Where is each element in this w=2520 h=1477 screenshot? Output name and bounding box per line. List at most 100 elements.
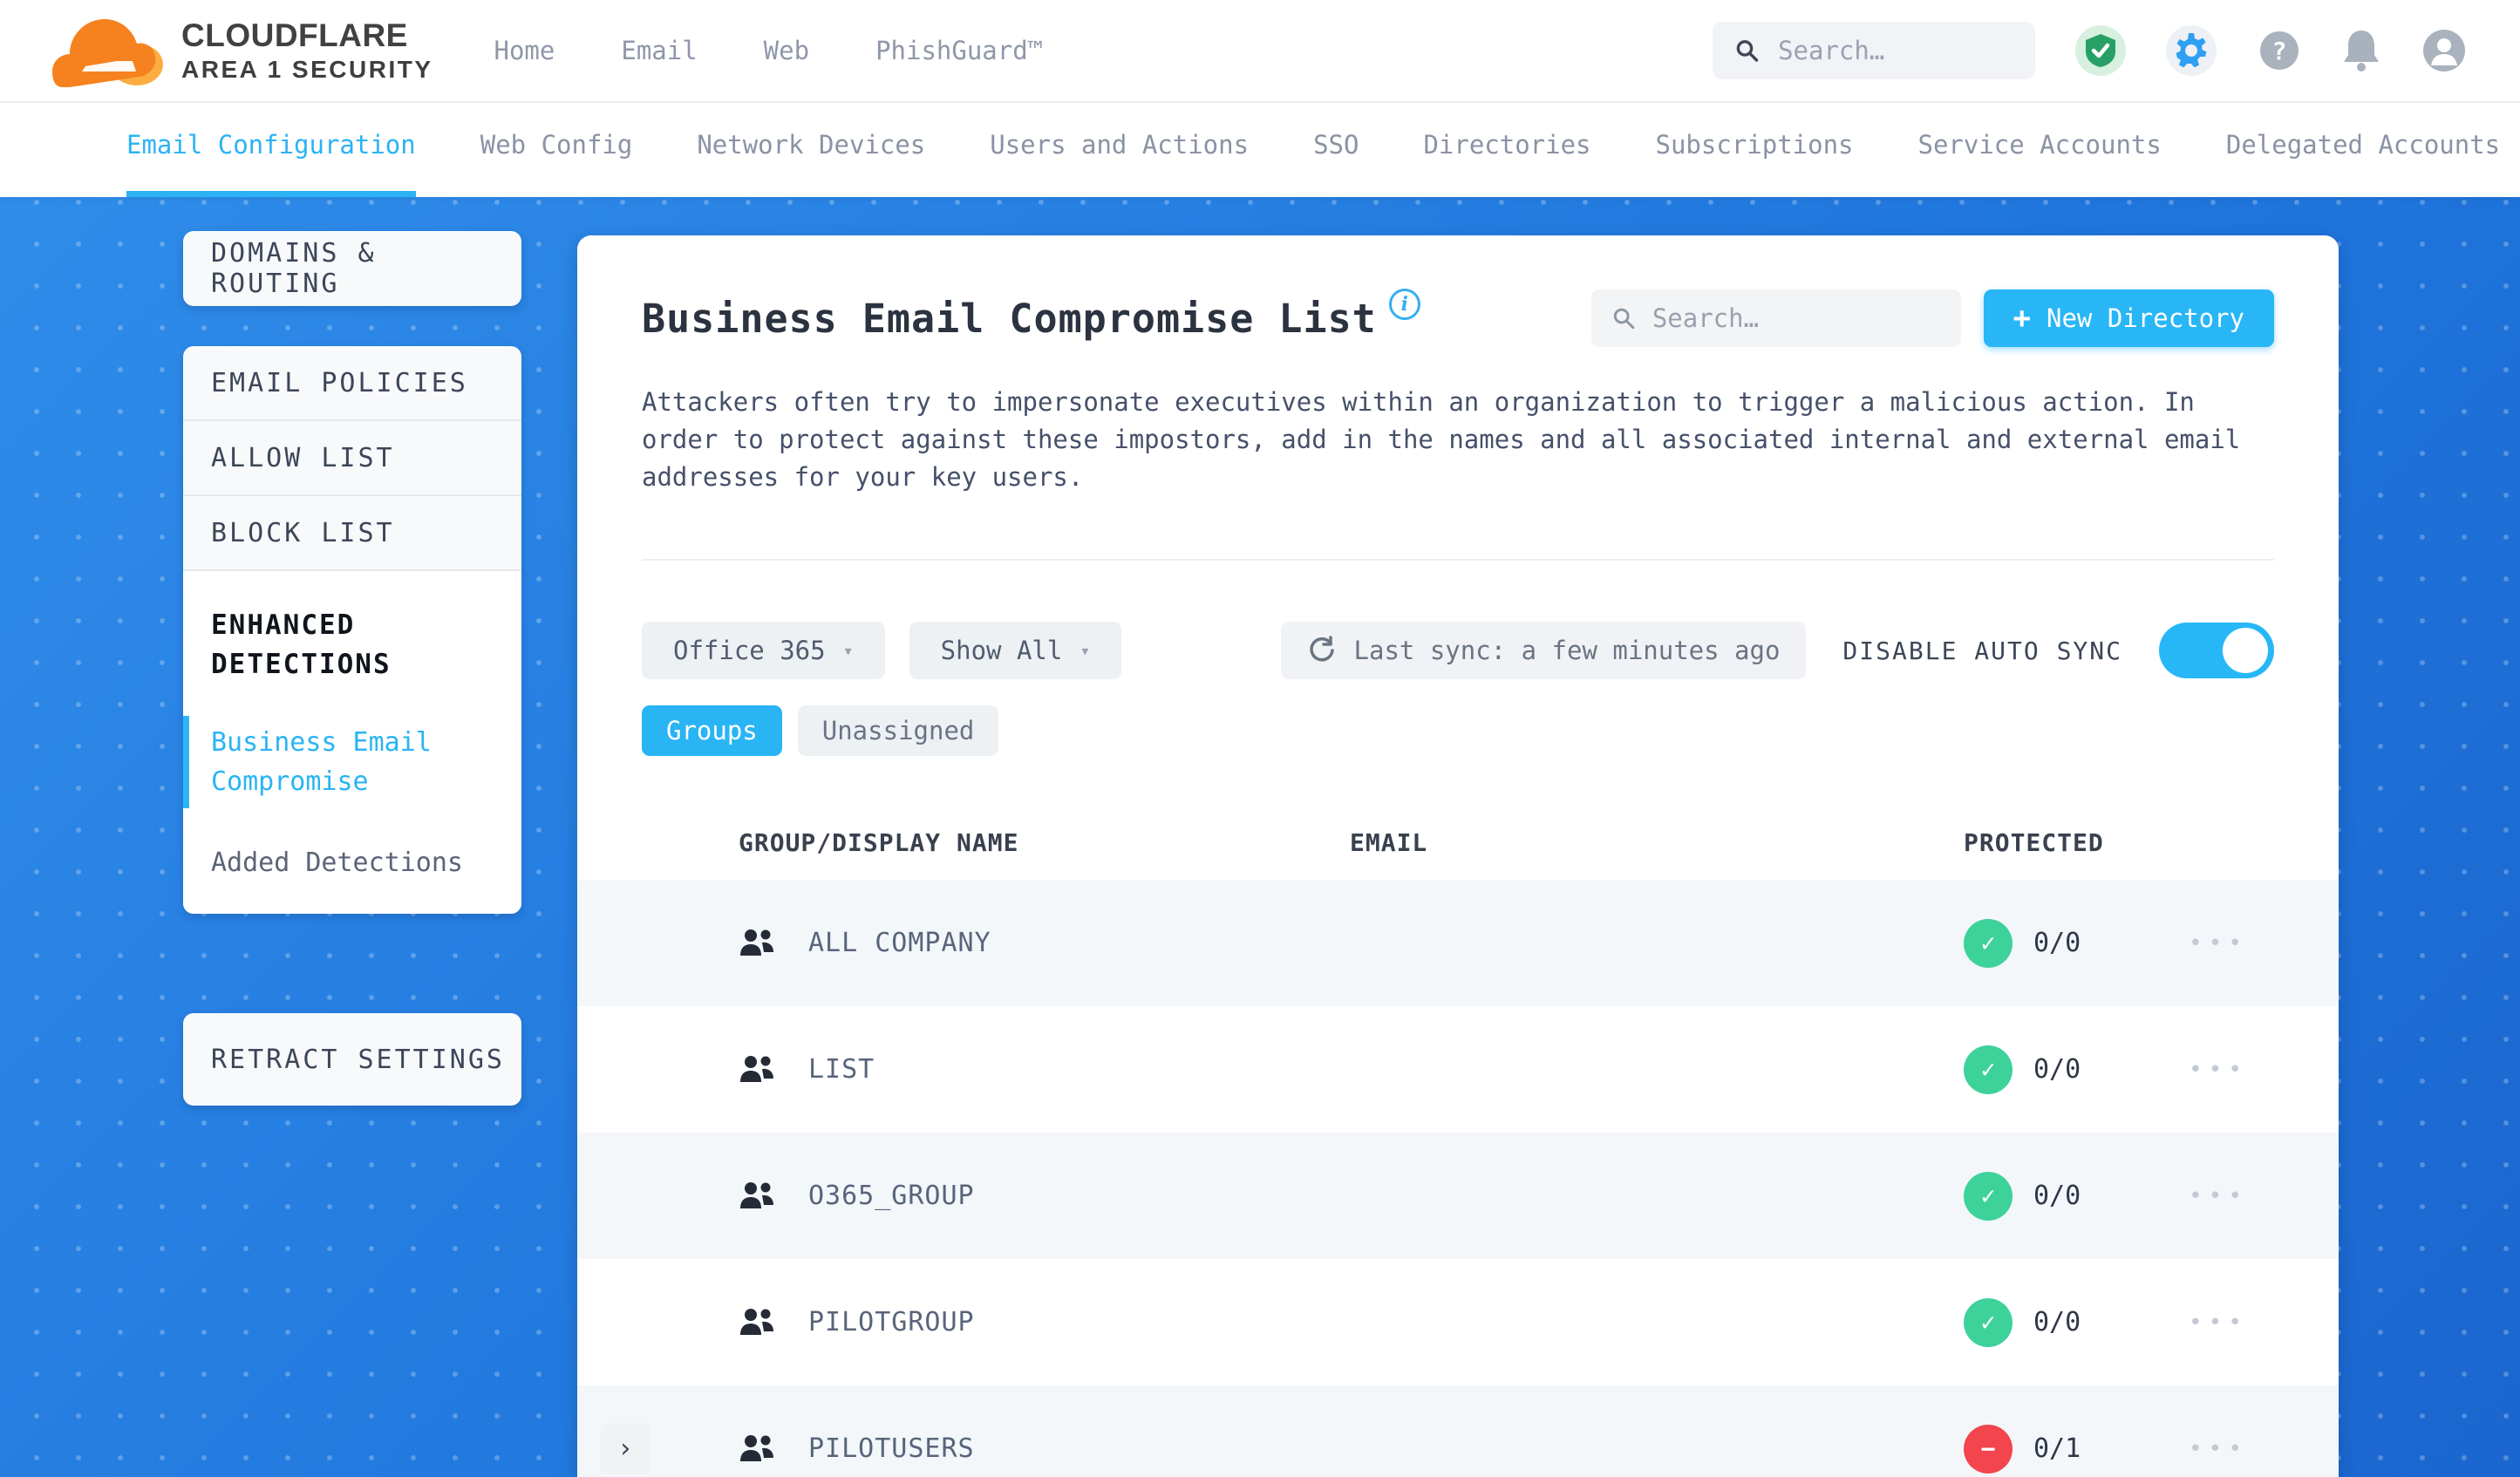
table-row[interactable]: LIST ✓ 0/0 ••• xyxy=(577,1006,2339,1133)
sidebar-item-email-policies[interactable]: EMAIL POLICIES xyxy=(183,346,521,421)
table-row[interactable]: › PILOTUSERS − 0/1 ••• xyxy=(577,1385,2339,1477)
group-name: O365_GROUP xyxy=(808,1181,975,1211)
column-group-display-name: GROUP/DISPLAY NAME xyxy=(739,827,1019,857)
list-search[interactable] xyxy=(1590,289,1961,347)
tab-users-and-actions[interactable]: Users and Actions xyxy=(990,130,1249,197)
sidebar-item-domains-routing[interactable]: DOMAINS & ROUTING xyxy=(183,231,521,306)
group-icon xyxy=(740,1434,773,1461)
top-nav-phishguard[interactable]: PhishGuard™ xyxy=(875,36,1043,65)
show-filter-select[interactable]: Show All ▾ xyxy=(909,622,1122,679)
tab-sso[interactable]: SSO xyxy=(1313,130,1359,197)
tab-service-accounts[interactable]: Service Accounts xyxy=(1918,130,2162,197)
protected-count: 0/1 xyxy=(2033,1433,2081,1464)
new-directory-button[interactable]: + New Directory xyxy=(1983,289,2274,347)
ellipsis-icon[interactable]: ••• xyxy=(2189,930,2248,956)
ellipsis-icon[interactable]: ••• xyxy=(2189,1436,2248,1462)
table-row[interactable]: O365_GROUP ✓ 0/0 ••• xyxy=(577,1133,2339,1259)
group-name: PILOTGROUP xyxy=(808,1307,975,1337)
protected-status-icon: ✓ xyxy=(1964,1171,2013,1221)
sidebar-policies-card: EMAIL POLICIES ALLOW LIST BLOCK LIST ENH… xyxy=(183,346,521,914)
sidebar-sublabel: Business Email Compromise xyxy=(211,726,432,797)
cloudflare-logo[interactable]: CLOUDFLARE AREA 1 SECURITY xyxy=(52,10,433,91)
group-name: ALL COMPANY xyxy=(808,928,991,958)
last-sync-button[interactable]: Last sync: a few minutes ago xyxy=(1280,622,1807,679)
chip-groups[interactable]: Groups xyxy=(642,705,782,756)
protected-count: 0/0 xyxy=(2033,1307,2081,1337)
sidebar-label: DOMAINS & ROUTING xyxy=(211,238,377,299)
svg-text:?: ? xyxy=(2272,37,2287,65)
directory-select[interactable]: Office 365 ▾ xyxy=(642,622,885,679)
global-search-input[interactable] xyxy=(1778,36,2013,65)
sidebar-section-enhanced-detections: ENHANCED DETECTIONS Business Email Compr… xyxy=(183,571,521,914)
column-protected: PROTECTED xyxy=(1964,827,2104,857)
sidebar-item-retract-settings[interactable]: RETRACT SETTINGS xyxy=(183,1013,521,1106)
top-nav-web[interactable]: Web xyxy=(764,36,809,65)
groups-table: GROUP/DISPLAY NAME EMAIL PROTECTED ALL C… xyxy=(577,805,2339,1477)
bell-icon[interactable] xyxy=(2342,29,2380,72)
enhanced-detections-title[interactable]: ENHANCED DETECTIONS xyxy=(211,606,494,684)
sidebar-sublabel: Added Detections xyxy=(211,847,463,878)
sidebar-item-block-list[interactable]: BLOCK LIST xyxy=(183,496,521,571)
top-header: CLOUDFLARE AREA 1 SECURITY Home Email We… xyxy=(0,0,2520,103)
gear-icon[interactable] xyxy=(2166,25,2217,76)
sidebar-label: EMAIL POLICIES xyxy=(211,367,468,398)
brand-subtitle: AREA 1 SECURITY xyxy=(181,55,433,83)
table-header: GROUP/DISPLAY NAME EMAIL PROTECTED xyxy=(577,805,2339,880)
sidebar-label: BLOCK LIST xyxy=(211,517,395,548)
last-sync-label: Last sync: a few minutes ago xyxy=(1353,636,1781,665)
account-icon[interactable] xyxy=(2421,27,2468,74)
tab-delegated-accounts[interactable]: Delegated Accounts xyxy=(2226,130,2500,197)
page-description: Attackers often try to impersonate execu… xyxy=(642,387,2241,492)
plus-icon: + xyxy=(2013,301,2032,336)
protected-status-icon: ✓ xyxy=(1964,918,2013,968)
chevron-down-icon: ▾ xyxy=(842,640,854,661)
shield-check-icon[interactable] xyxy=(2075,25,2126,76)
row-menu[interactable]: ••• xyxy=(2101,1057,2339,1083)
table-row[interactable]: ALL COMPANY ✓ 0/0 ••• xyxy=(577,880,2339,1006)
row-expand-button[interactable]: › xyxy=(600,1423,650,1474)
group-icon xyxy=(740,1308,773,1335)
directory-select-value: Office 365 xyxy=(673,636,826,665)
ellipsis-icon[interactable]: ••• xyxy=(2189,1310,2248,1336)
sidebar-item-allow-list[interactable]: ALLOW LIST xyxy=(183,421,521,496)
tab-email-configuration[interactable]: Email Configuration xyxy=(126,130,416,197)
row-menu[interactable]: ••• xyxy=(2101,930,2339,956)
toggle-knob xyxy=(2223,628,2268,673)
tab-directories[interactable]: Directories xyxy=(1423,130,1590,197)
row-menu[interactable]: ••• xyxy=(2101,1183,2339,1209)
info-icon[interactable]: i xyxy=(1388,289,1420,320)
row-menu[interactable]: ••• xyxy=(2101,1436,2339,1462)
tab-web-config[interactable]: Web Config xyxy=(480,130,633,197)
ellipsis-icon[interactable]: ••• xyxy=(2189,1183,2248,1209)
top-nav-email[interactable]: Email xyxy=(621,36,697,65)
chevron-down-icon: ▾ xyxy=(1080,640,1091,661)
group-name: LIST xyxy=(808,1054,875,1085)
protected-status-icon: ✓ xyxy=(1964,1045,2013,1094)
auto-sync-label: DISABLE AUTO SYNC xyxy=(1842,636,2122,665)
tab-network-devices[interactable]: Network Devices xyxy=(697,130,925,197)
group-icon xyxy=(740,1055,773,1082)
sidebar-item-business-email-compromise[interactable]: Business Email Compromise xyxy=(183,715,494,808)
active-indicator-bar xyxy=(183,715,189,808)
table-row[interactable]: PILOTGROUP ✓ 0/0 ••• xyxy=(577,1259,2339,1385)
page-background: DOMAINS & ROUTING EMAIL POLICIES ALLOW L… xyxy=(0,197,2520,1477)
sidebar-item-added-detections[interactable]: Added Detections xyxy=(211,843,494,882)
top-nav-home[interactable]: Home xyxy=(494,36,555,65)
protected-count: 0/0 xyxy=(2033,1181,2081,1211)
list-search-input[interactable] xyxy=(1652,303,1940,333)
row-menu[interactable]: ••• xyxy=(2101,1310,2339,1336)
protected-count: 0/0 xyxy=(2033,1054,2081,1085)
ellipsis-icon[interactable]: ••• xyxy=(2189,1057,2248,1083)
sidebar-label: RETRACT SETTINGS xyxy=(211,1044,505,1075)
chip-unassigned[interactable]: Unassigned xyxy=(797,705,999,756)
main-panel: Business Email Compromise List i + New D… xyxy=(577,235,2339,1477)
auto-sync-toggle[interactable] xyxy=(2159,623,2274,678)
global-search[interactable] xyxy=(1713,22,2035,79)
search-icon xyxy=(1613,308,1634,330)
sidebar-label: ALLOW LIST xyxy=(211,442,395,473)
help-icon[interactable]: ? xyxy=(2257,28,2302,73)
chevron-right-icon: › xyxy=(616,1433,634,1464)
search-icon xyxy=(1736,40,1759,62)
show-filter-value: Show All xyxy=(940,636,1063,665)
tab-subscriptions[interactable]: Subscriptions xyxy=(1656,130,1854,197)
